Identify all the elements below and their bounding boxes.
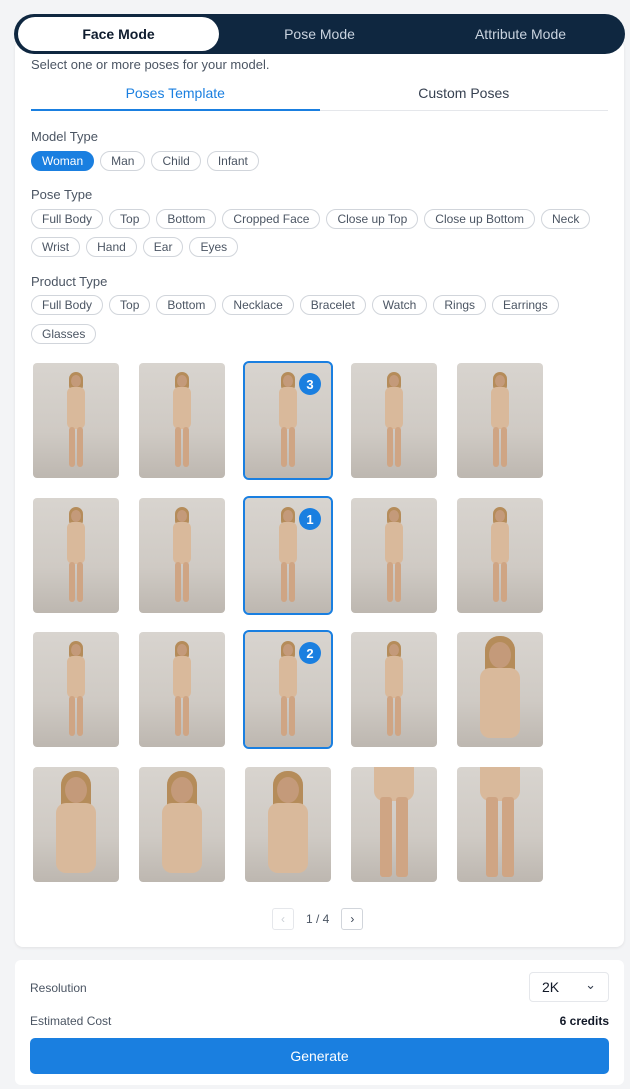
pose-type-options: Full Body Top Bottom Cropped Face Close … [31,209,591,257]
chip-model-infant[interactable]: Infant [206,151,259,171]
mode-switch: Face Mode Pose Mode Attribute Mode [14,14,625,54]
page-indicator: 1 / 4 [306,912,330,926]
selection-order-badge: 1 [299,508,321,530]
chip-product-full-body[interactable]: Full Body [31,295,104,315]
pose-thumbnail[interactable] [33,632,119,747]
chevron-left-icon: ‹ [281,912,285,926]
pose-thumbnail-selected[interactable]: 3 [243,361,333,480]
pose-thumbnail[interactable] [139,363,225,478]
chip-product-bracelet[interactable]: Bracelet [299,295,366,315]
chip-pose-close-up-bottom[interactable]: Close up Bottom [424,209,535,229]
resolution-select[interactable]: 2K ⌄ [529,972,609,1002]
pose-thumbnail[interactable] [351,498,437,613]
chip-pose-hand[interactable]: Hand [86,237,137,257]
tab-pose-mode[interactable]: Pose Mode [219,17,420,51]
pose-thumbnail-selected[interactable]: 1 [243,496,333,615]
pose-thumbnail[interactable] [33,363,119,478]
selection-order-badge: 2 [299,642,321,664]
chip-product-top[interactable]: Top [109,295,151,315]
pose-thumbnail[interactable] [139,632,225,747]
chip-product-bottom[interactable]: Bottom [156,295,217,315]
selection-order-badge: 3 [299,373,321,395]
chip-pose-cropped-face[interactable]: Cropped Face [222,209,321,229]
product-type-label: Product Type [31,274,108,289]
pose-thumbnail[interactable] [139,498,225,613]
pose-thumbnail[interactable] [33,498,119,613]
chip-model-woman[interactable]: Woman [31,151,95,171]
chip-product-earrings[interactable]: Earrings [492,295,559,315]
chip-product-necklace[interactable]: Necklace [222,295,294,315]
pose-thumbnail[interactable] [33,767,119,882]
pose-type-label: Pose Type [31,187,93,202]
next-page-button[interactable]: › [341,908,364,930]
tab-face-mode[interactable]: Face Mode [18,17,219,51]
chip-model-child[interactable]: Child [151,151,201,171]
chip-pose-wrist[interactable]: Wrist [31,237,81,257]
product-type-options: Full Body Top Bottom Necklace Bracelet W… [31,295,591,344]
chip-product-glasses[interactable]: Glasses [31,324,97,344]
pose-thumbnail[interactable] [245,767,331,882]
estimated-cost-value: 6 credits [559,1014,609,1028]
pose-thumbnail[interactable] [139,767,225,882]
tab-attribute-mode[interactable]: Attribute Mode [420,17,621,51]
model-type-label: Model Type [31,129,98,144]
chevron-down-icon: ⌄ [585,976,596,992]
chip-pose-bottom[interactable]: Bottom [156,209,217,229]
pagination: ‹ 1 / 4 › [272,908,364,930]
chip-model-man[interactable]: Man [100,151,146,171]
generate-button[interactable]: Generate [30,1038,609,1074]
chip-product-rings[interactable]: Rings [433,295,487,315]
chip-pose-eyes[interactable]: Eyes [189,237,239,257]
chip-pose-top[interactable]: Top [109,209,151,229]
pose-thumbnail[interactable] [457,767,543,882]
pose-source-tabs: Poses Template Custom Poses [31,76,608,111]
tab-custom-poses[interactable]: Custom Poses [320,76,609,110]
chip-pose-full-body[interactable]: Full Body [31,209,104,229]
pose-thumbnail[interactable] [351,632,437,747]
prev-page-button[interactable]: ‹ [272,908,294,930]
chip-product-watch[interactable]: Watch [371,295,428,315]
chip-pose-close-up-top[interactable]: Close up Top [326,209,419,229]
pose-thumbnail[interactable] [457,498,543,613]
resolution-label: Resolution [30,981,87,995]
chevron-right-icon: › [350,912,355,926]
pose-instructions: Select one or more poses for your model. [31,57,270,72]
chip-pose-ear[interactable]: Ear [142,237,184,257]
resolution-value: 2K [542,979,560,995]
model-type-options: Woman Man Child Infant [31,151,591,171]
pose-thumbnail[interactable] [457,632,543,747]
pose-thumbnail-selected[interactable]: 2 [243,630,333,749]
tab-poses-template[interactable]: Poses Template [31,76,320,111]
pose-thumbnail[interactable] [351,767,437,882]
chip-pose-neck[interactable]: Neck [541,209,591,229]
pose-thumbnail[interactable] [457,363,543,478]
estimated-cost-label: Estimated Cost [30,1014,112,1028]
pose-thumbnail[interactable] [351,363,437,478]
